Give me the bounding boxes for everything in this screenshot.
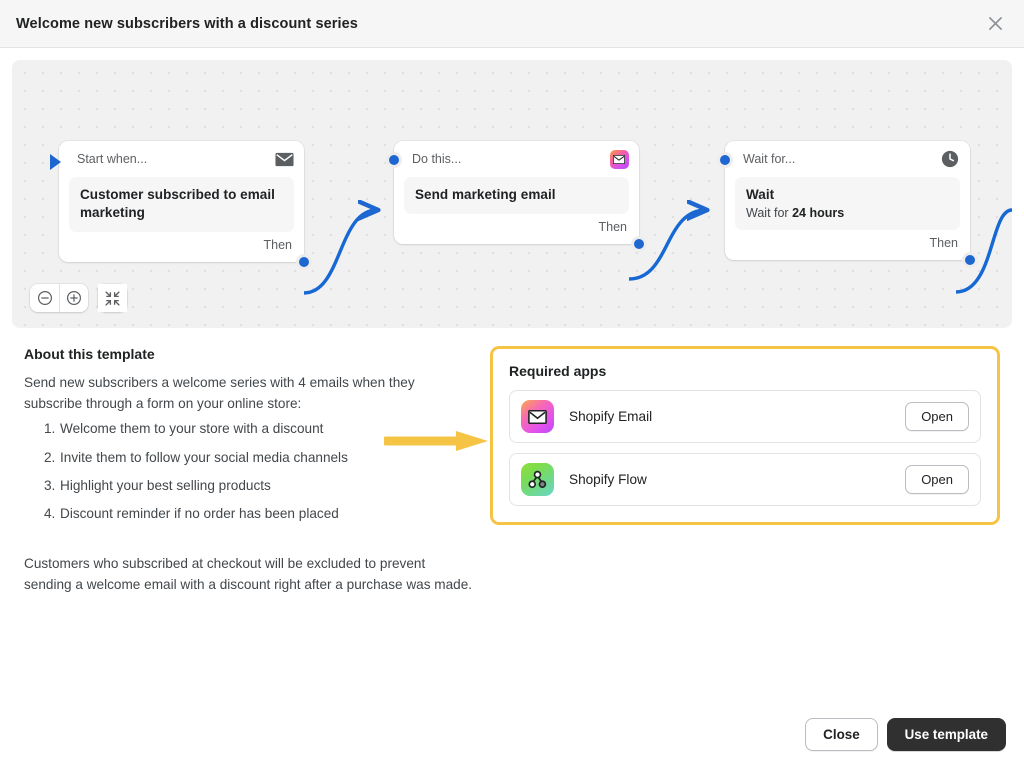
flow-node-body: Customer subscribed to email marketing [69, 177, 294, 232]
annotation-arrow-icon [384, 431, 488, 451]
shopify-email-app-icon [521, 400, 554, 433]
zoom-button-group [30, 284, 88, 312]
flow-node-body: Send marketing email [404, 177, 629, 214]
about-title: About this template [24, 346, 155, 362]
shopify-flow-app-icon [521, 463, 554, 496]
zoom-in-icon [67, 291, 81, 305]
required-apps-column: Required apps Shopify Email Open Shopify… [490, 346, 1012, 595]
close-button[interactable]: Close [805, 717, 878, 751]
list-item: 3. Highlight your best selling products [24, 472, 476, 500]
use-template-button[interactable]: Use template [886, 717, 1006, 751]
flow-node-trigger[interactable]: Start when... Customer subscribed to ema… [50, 141, 312, 270]
zoom-out-icon [37, 291, 52, 305]
flow-node-footer: Then [735, 232, 960, 254]
envelope-icon [274, 149, 294, 169]
details-section: About this template Send new subscribers… [12, 328, 1012, 595]
flow-node-wait[interactable]: Wait for... Wait Wait for 24 hours Then [717, 141, 978, 268]
connector-handle-in[interactable] [717, 152, 733, 168]
required-apps-panel: Required apps Shopify Email Open Shopify… [490, 346, 1000, 525]
flow-node-title: Send marketing email [415, 187, 556, 202]
connector-1 [303, 210, 377, 295]
connector-handle-out[interactable] [631, 235, 647, 252]
app-name: Shopify Flow [569, 472, 647, 487]
flow-node-header: Wait for... [735, 149, 960, 169]
workflow-canvas[interactable]: Start when... Customer subscribed to ema… [12, 60, 1012, 328]
flow-node-then-label: Then [598, 219, 628, 234]
fit-button-group [98, 284, 127, 312]
zoom-out-button[interactable] [30, 284, 59, 312]
wait-prefix: Wait for [746, 205, 793, 220]
template-preview-modal: Welcome new subscribers with a discount … [0, 0, 1024, 766]
list-item[interactable]: Shopify Flow Open [509, 453, 981, 506]
flow-node-body: Wait Wait for 24 hours [735, 177, 960, 230]
modal-body: Start when... Customer subscribed to ema… [0, 48, 1024, 766]
fit-to-screen-icon [105, 290, 120, 306]
list-item-label: Discount reminder if no order has been p… [60, 506, 339, 522]
close-modal-button[interactable] [980, 9, 1010, 39]
about-intro: Send new subscribers a welcome series wi… [24, 375, 415, 411]
list-item-number: 2. [44, 449, 56, 465]
modal-header: Welcome new subscribers with a discount … [0, 0, 1024, 48]
list-item-label: Welcome them to your store with a discou… [60, 421, 324, 437]
connector-handle-in[interactable] [386, 152, 402, 168]
canvas-zoom-controls [30, 284, 127, 312]
list-item: 4. Discount reminder if no order has been… [24, 500, 476, 528]
list-item-number: 3. [44, 478, 56, 494]
fit-to-screen-button[interactable] [98, 284, 127, 312]
connector-handle-out[interactable] [296, 253, 312, 270]
list-item-label: Invite them to follow your social media … [60, 449, 348, 465]
flow-node-title: Customer subscribed to email marketing [80, 187, 275, 220]
list-item-number: 4. [44, 506, 56, 522]
list-item-label: Highlight your best selling products [60, 478, 271, 494]
flow-node-title: Wait [746, 187, 775, 202]
shopify-email-app-icon [609, 149, 629, 169]
list-item-number: 1. [44, 421, 56, 437]
page-title: Welcome new subscribers with a discount … [16, 15, 358, 32]
about-template-column: About this template Send new subscribers… [12, 346, 490, 595]
connector-handle-out[interactable] [962, 251, 978, 268]
flow-node-header-label: Do this... [412, 152, 462, 166]
open-app-button[interactable]: Open [905, 465, 969, 494]
trigger-play-icon [50, 154, 61, 170]
list-item[interactable]: Shopify Email Open [509, 390, 981, 443]
close-icon [988, 17, 1002, 30]
flow-node-footer: Then [69, 234, 294, 256]
flow-node-footer: Then [404, 216, 629, 238]
wait-duration: 24 hours [792, 205, 845, 220]
required-apps-title: Required apps [509, 363, 607, 379]
about-note: Customers who subscribed at checkout wil… [24, 555, 473, 592]
clock-icon [940, 149, 960, 169]
flow-node-then-label: Then [263, 237, 293, 252]
flow-node-subtitle: Wait for 24 hours [746, 206, 949, 220]
flow-node-header-label: Start when... [77, 152, 148, 166]
flow-node-header: Start when... [69, 149, 294, 169]
flow-node-header-label: Wait for... [743, 152, 796, 166]
modal-footer: Close Use template [0, 702, 1024, 766]
flow-node-header: Do this... [404, 149, 629, 169]
app-name: Shopify Email [569, 409, 653, 424]
flow-node-action[interactable]: Do this... Send marketing email Then [386, 141, 647, 252]
zoom-in-button[interactable] [59, 284, 88, 312]
flow-node-then-label: Then [929, 235, 959, 250]
open-app-button[interactable]: Open [905, 402, 969, 431]
